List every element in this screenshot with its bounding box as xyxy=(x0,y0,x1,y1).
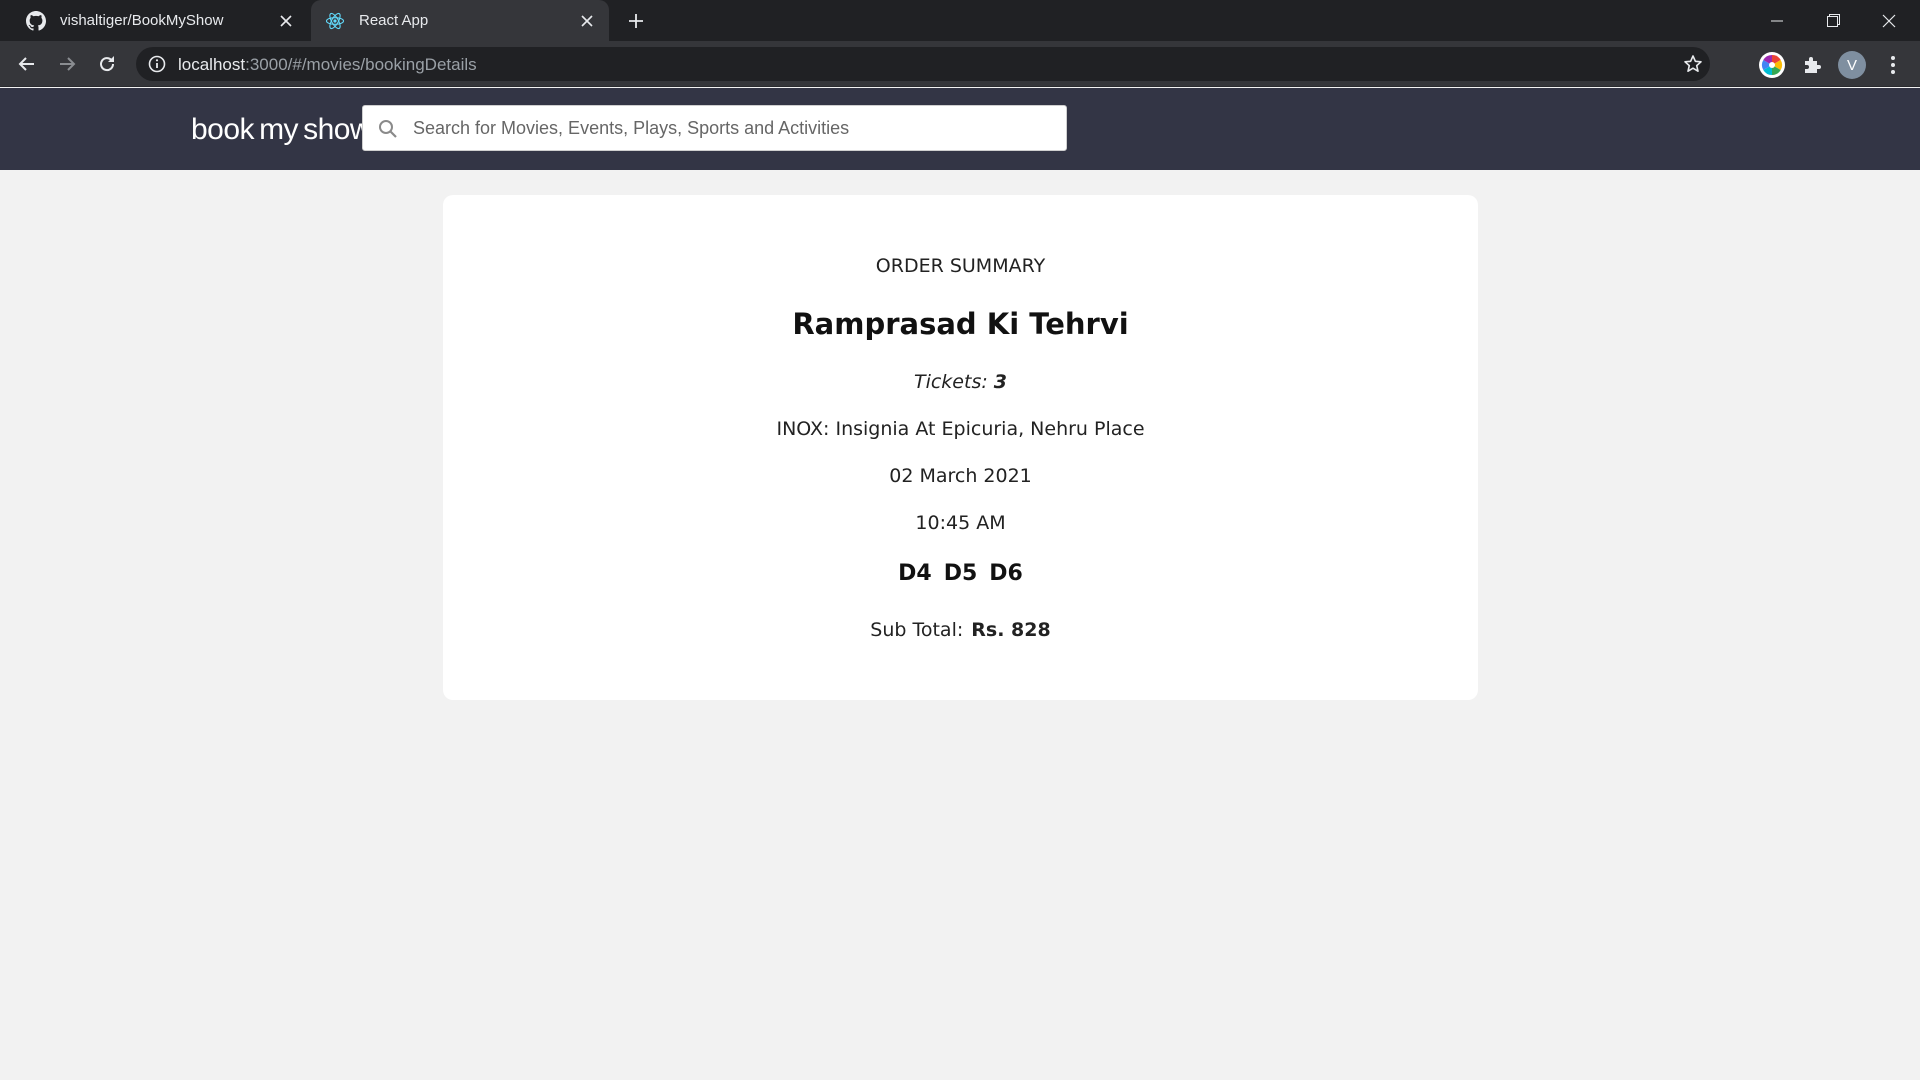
movie-title: Ramprasad Ki Tehrvi xyxy=(792,307,1129,341)
tickets-label: Tickets: xyxy=(913,371,988,393)
url-path: :3000/#/movies/bookingDetails xyxy=(245,55,477,74)
bookmark-star-icon[interactable] xyxy=(1682,53,1704,75)
url-text[interactable]: localhost:3000/#/movies/bookingDetails xyxy=(178,55,477,75)
close-window-icon[interactable] xyxy=(1861,0,1917,41)
close-tab-icon[interactable] xyxy=(276,11,296,31)
url-host: localhost xyxy=(178,55,246,74)
address-bar[interactable]: localhost:3000/#/movies/bookingDetails xyxy=(136,47,1710,81)
venue-name: INOX: Insignia At Epicuria, Nehru Place xyxy=(776,418,1145,440)
order-summary-card: ORDER SUMMARY Ramprasad Ki Tehrvi Ticket… xyxy=(443,195,1478,700)
show-time: 10:45 AM xyxy=(915,512,1006,534)
subtotal-label: Sub Total: xyxy=(870,619,964,641)
search-icon xyxy=(378,119,398,139)
back-icon[interactable] xyxy=(11,48,43,80)
profile-avatar[interactable]: V xyxy=(1838,51,1866,79)
tickets-line: Tickets: 3 xyxy=(443,371,1478,393)
new-tab-icon[interactable] xyxy=(624,9,648,33)
app-header: book my show xyxy=(0,88,1920,170)
minimize-icon[interactable] xyxy=(1749,0,1805,41)
react-icon xyxy=(325,11,345,31)
logo-my: my xyxy=(256,113,301,147)
tab-react-app[interactable]: React App xyxy=(311,0,609,41)
tickets-count: 3 xyxy=(993,371,1008,393)
restore-icon[interactable] xyxy=(1805,0,1861,41)
show-date: 02 March 2021 xyxy=(889,465,1032,487)
bookmyshow-logo[interactable]: book my show xyxy=(191,106,372,154)
seat-list: D4 D5 D6 xyxy=(443,561,1478,586)
tab-github[interactable]: vishaltiger/BookMyShow xyxy=(12,0,308,41)
reload-icon[interactable] xyxy=(91,48,123,80)
tab-title: React App xyxy=(359,12,429,29)
subtotal-line: Sub Total: Rs. 828 xyxy=(443,619,1478,641)
browser-tab-strip: vishaltiger/BookMyShow React App xyxy=(0,0,1920,41)
browser-menu-icon[interactable] xyxy=(1878,50,1908,80)
tab-title: vishaltiger/BookMyShow xyxy=(60,12,224,29)
color-extension-icon[interactable] xyxy=(1757,50,1787,80)
search-box[interactable] xyxy=(362,105,1067,151)
subtotal-value: Rs. 828 xyxy=(971,619,1051,641)
site-info-icon[interactable] xyxy=(148,55,166,73)
logo-book: book xyxy=(191,113,255,146)
seat-label: D6 xyxy=(989,561,1023,586)
seat-label: D5 xyxy=(943,561,978,586)
forward-icon[interactable] xyxy=(51,48,83,80)
search-input[interactable] xyxy=(413,106,1053,150)
logo-show: show xyxy=(303,113,372,146)
github-icon xyxy=(26,10,46,31)
extensions-puzzle-icon[interactable] xyxy=(1797,50,1827,80)
seat-label: D4 xyxy=(898,561,932,586)
order-summary-heading: ORDER SUMMARY xyxy=(875,255,1046,277)
browser-toolbar: localhost:3000/#/movies/bookingDetails xyxy=(0,41,1920,87)
close-tab-icon[interactable] xyxy=(577,11,597,31)
